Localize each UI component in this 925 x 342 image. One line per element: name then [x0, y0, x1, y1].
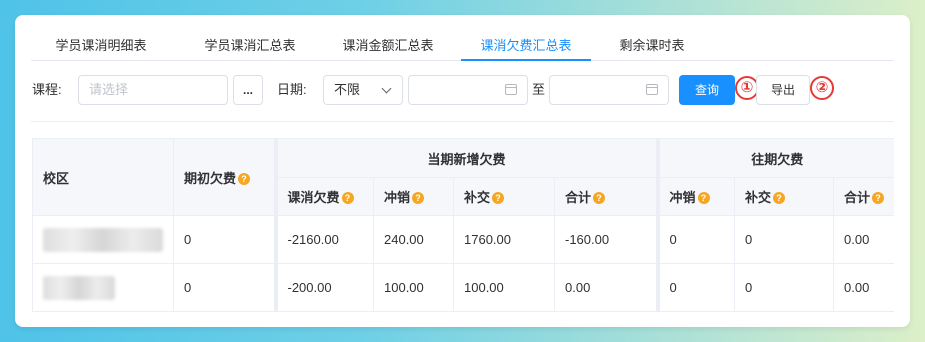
header-past-total: 合计?	[833, 177, 894, 216]
past-offset-cell: 0	[655, 263, 736, 312]
tab-student-consumption-summary[interactable]: 学员课消汇总表	[195, 33, 305, 59]
debt-summary-table: 校区 期初欠费? 当期新增欠费 往期欠费 课消欠费? 冲销? 补交? 合计? 冲…	[32, 138, 894, 327]
end-date-input[interactable]	[549, 75, 669, 105]
header-consume-debt: 课消欠费?	[273, 177, 374, 216]
header-past-debt: 往期欠费	[655, 138, 894, 178]
report-panel: 学员课消明细表 学员课消汇总表 课消金额汇总表 课消欠费汇总表 剩余课时表 课程…	[15, 15, 910, 327]
active-tab-indicator	[461, 59, 591, 61]
tab-remaining-hours[interactable]: 剩余课时表	[609, 33, 695, 59]
export-button[interactable]: 导出	[756, 75, 810, 105]
consume-cell: -200.00	[273, 263, 374, 312]
redacted-campus-name	[43, 227, 163, 252]
date-mode-value: 不限	[334, 82, 361, 97]
header-repay: 补交?	[453, 177, 555, 216]
help-icon[interactable]: ?	[872, 192, 885, 204]
table-row: 0 -200.00 100.00 100.00 0.00 0 0 0.00	[32, 263, 894, 312]
total-cell: -160.00	[553, 215, 659, 264]
course-select[interactable]: 请选择	[78, 75, 228, 105]
offset-cell: 100.00	[373, 263, 454, 312]
campus-cell	[32, 263, 174, 312]
marker-two: ②	[810, 76, 834, 100]
calendar-icon	[646, 84, 658, 95]
start-date-input[interactable]	[408, 75, 528, 105]
header-offset: 冲销?	[373, 177, 454, 216]
past-repay-cell: 0	[734, 263, 835, 312]
date-range-separator: 至	[532, 82, 546, 97]
course-more-button[interactable]: ...	[233, 75, 263, 105]
chevron-down-icon	[381, 83, 392, 94]
query-button[interactable]: 查询	[679, 75, 735, 105]
tab-student-consumption-detail[interactable]: 学员课消明细表	[51, 33, 151, 59]
offset-cell: 240.00	[373, 215, 454, 264]
header-past-repay: 补交?	[734, 177, 835, 216]
table-row: 0 -2160.00 240.00 1760.00 -160.00 0 0 0.…	[32, 215, 894, 264]
consume-cell: -2160.00	[273, 215, 374, 264]
past-total-cell: 0.00	[833, 263, 894, 312]
header-campus: 校区	[32, 138, 174, 216]
course-label: 课程:	[32, 82, 62, 97]
help-icon[interactable]: ?	[412, 192, 425, 204]
past-total-cell: 0.00	[833, 215, 894, 264]
date-mode-select[interactable]: 不限	[323, 75, 403, 105]
repay-cell: 100.00	[453, 263, 555, 312]
help-icon[interactable]: ?	[492, 192, 505, 204]
repay-cell: 1760.00	[453, 215, 555, 264]
toolbar-divider	[31, 121, 894, 122]
course-placeholder: 请选择	[89, 82, 129, 97]
header-total: 合计?	[553, 177, 659, 216]
opening-cell: 0	[173, 215, 276, 264]
redacted-campus-name	[43, 275, 115, 300]
help-icon[interactable]: ?	[773, 192, 786, 204]
tab-consumption-debt-summary[interactable]: 课消欠费汇总表	[471, 33, 581, 59]
help-icon[interactable]: ?	[341, 192, 354, 204]
help-icon[interactable]: ?	[593, 192, 606, 204]
report-tabs: 学员课消明细表 学员课消汇总表 课消金额汇总表 课消欠费汇总表 剩余课时表	[31, 33, 894, 61]
campus-cell	[32, 215, 174, 264]
header-past-offset: 冲销?	[655, 177, 736, 216]
past-offset-cell: 0	[655, 215, 736, 264]
header-opening-debt: 期初欠费?	[173, 138, 276, 216]
past-repay-cell: 0	[734, 215, 835, 264]
opening-cell: 0	[173, 263, 276, 312]
date-label: 日期:	[277, 82, 307, 97]
calendar-icon	[505, 84, 517, 95]
header-current-new-debt: 当期新增欠费	[273, 138, 659, 178]
help-icon[interactable]: ?	[697, 192, 710, 204]
total-cell: 0.00	[553, 263, 659, 312]
tab-consumption-amount-summary[interactable]: 课消金额汇总表	[333, 33, 443, 59]
help-icon[interactable]: ?	[238, 172, 251, 185]
